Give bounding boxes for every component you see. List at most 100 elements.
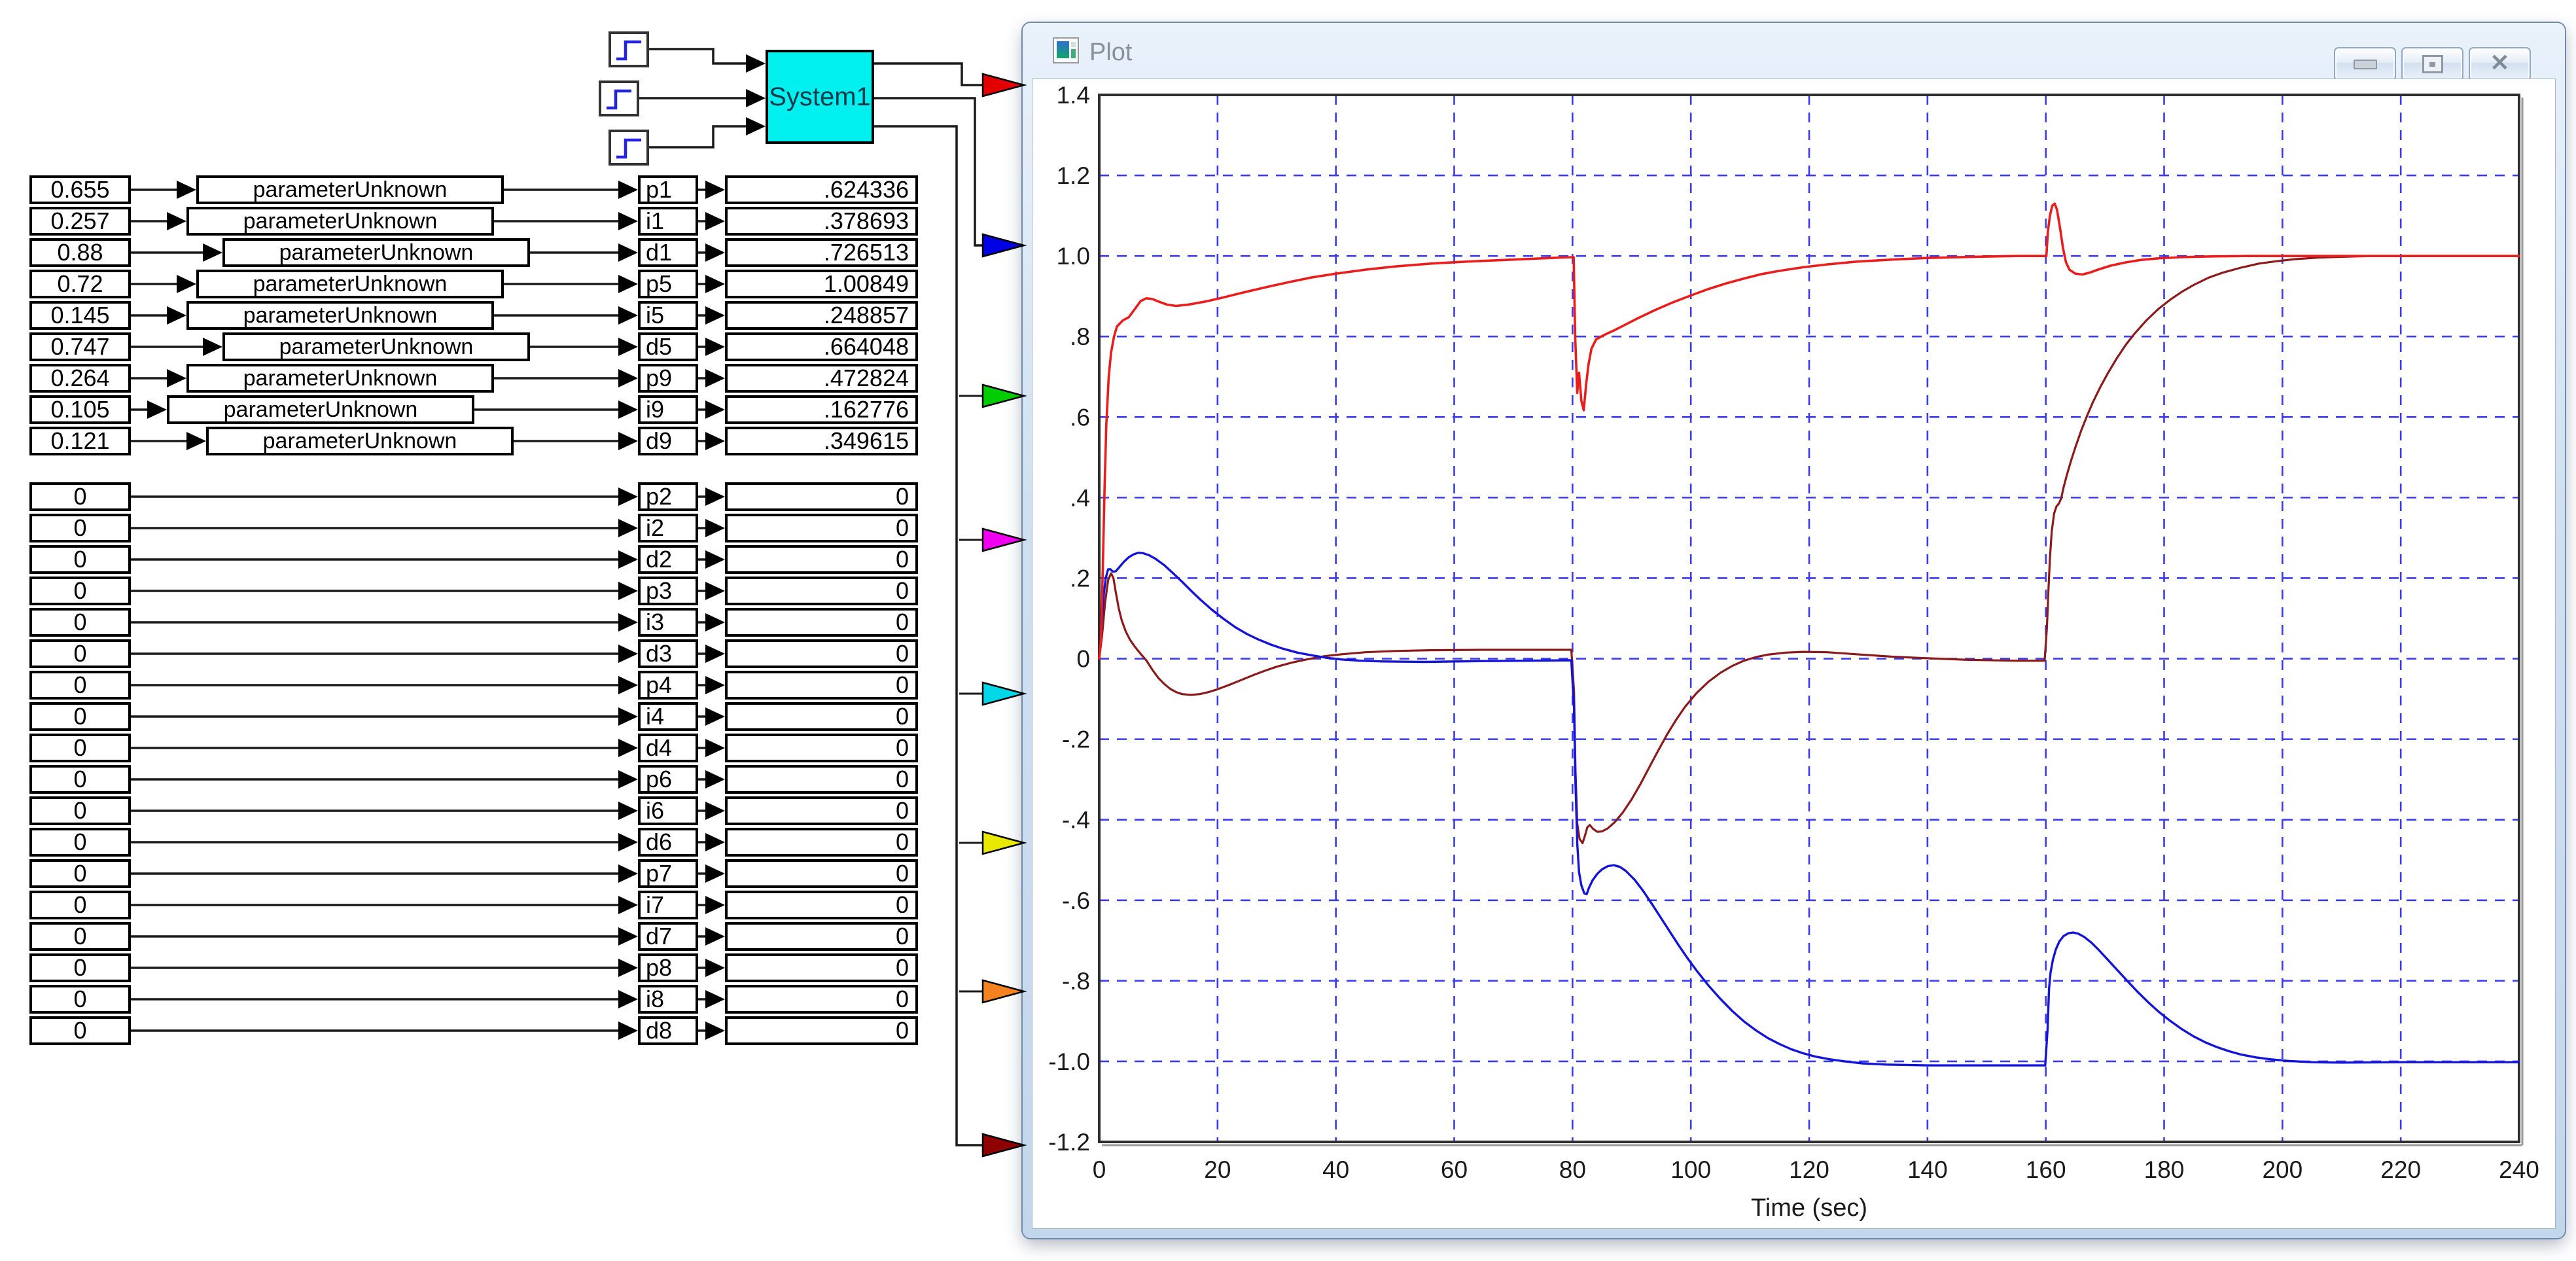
parameter-unknown-block[interactable]: parameterUnknown xyxy=(206,427,514,455)
display-block[interactable]: 0 xyxy=(725,765,918,794)
parameter-unknown-block[interactable]: parameterUnknown xyxy=(186,364,494,393)
display-block[interactable]: 0 xyxy=(725,702,918,731)
display-block[interactable]: 0 xyxy=(725,1016,918,1045)
display-block[interactable]: 0 xyxy=(725,514,918,542)
parameter-name-block[interactable]: i8 xyxy=(638,985,698,1014)
parameter-name-block[interactable]: d8 xyxy=(638,1016,698,1045)
constant-block[interactable]: 0.145 xyxy=(29,301,131,330)
parameter-unknown-block[interactable]: parameterUnknown xyxy=(186,301,494,330)
constant-zero-block[interactable]: 0 xyxy=(29,702,131,731)
display-block[interactable]: .664048 xyxy=(725,332,918,361)
parameter-name-block[interactable]: i9 xyxy=(638,395,698,424)
parameter-unknown-block[interactable]: parameterUnknown xyxy=(186,207,494,236)
parameter-name-block[interactable]: i5 xyxy=(638,301,698,330)
constant-zero-block[interactable]: 0 xyxy=(29,577,131,605)
constant-zero-block[interactable]: 0 xyxy=(29,671,131,700)
constant-zero-block[interactable]: 0 xyxy=(29,734,131,762)
display-block[interactable]: .248857 xyxy=(725,301,918,330)
display-block[interactable]: 0 xyxy=(725,545,918,574)
display-block[interactable]: 0 xyxy=(725,891,918,919)
display-block[interactable]: 1.00849 xyxy=(725,270,918,298)
parameter-unknown-block[interactable]: parameterUnknown xyxy=(222,332,530,361)
parameter-name-block[interactable]: i1 xyxy=(638,207,698,236)
constant-zero-block[interactable]: 0 xyxy=(29,953,131,982)
display-block[interactable]: 0 xyxy=(725,577,918,605)
parameter-name-block[interactable]: d5 xyxy=(638,332,698,361)
constant-block[interactable]: 0.747 xyxy=(29,332,131,361)
parameter-name-block[interactable]: p4 xyxy=(638,671,698,700)
display-block[interactable]: 0 xyxy=(725,859,918,888)
constant-block[interactable]: 0.257 xyxy=(29,207,131,236)
parameter-unknown-block[interactable]: parameterUnknown xyxy=(196,270,504,298)
step-icon xyxy=(611,132,646,163)
display-block[interactable]: 0 xyxy=(725,922,918,951)
constant-zero-block[interactable]: 0 xyxy=(29,922,131,951)
constant-block[interactable]: 0.72 xyxy=(29,270,131,298)
step-source-block[interactable] xyxy=(609,31,649,67)
system1-block[interactable]: System1 xyxy=(766,50,874,144)
display-block[interactable]: .624336 xyxy=(725,175,918,204)
parameter-name-block[interactable]: d3 xyxy=(638,639,698,668)
parameter-unknown-block[interactable]: parameterUnknown xyxy=(167,395,474,424)
parameter-name-block[interactable]: p2 xyxy=(638,482,698,511)
display-block[interactable]: 0 xyxy=(725,828,918,857)
display-block[interactable]: .472824 xyxy=(725,364,918,393)
parameter-name-block[interactable]: p7 xyxy=(638,859,698,888)
constant-zero-block[interactable]: 0 xyxy=(29,482,131,511)
display-block[interactable]: 0 xyxy=(725,985,918,1014)
parameter-name-block[interactable]: p5 xyxy=(638,270,698,298)
constant-zero-block[interactable]: 0 xyxy=(29,514,131,542)
parameter-name-block[interactable]: i2 xyxy=(638,514,698,542)
constant-zero-block[interactable]: 0 xyxy=(29,985,131,1014)
parameter-name-block[interactable]: p3 xyxy=(638,577,698,605)
parameter-name-block[interactable]: d1 xyxy=(638,238,698,267)
step-source-block[interactable] xyxy=(609,130,649,166)
parameter-name-block[interactable]: i6 xyxy=(638,796,698,825)
parameter-name-block[interactable]: i3 xyxy=(638,608,698,637)
display-block[interactable]: .162776 xyxy=(725,395,918,424)
block-diagram: 0.655 parameterUnknown p1 .624336 0.257 param… xyxy=(0,0,2576,1261)
step-glyph xyxy=(607,91,631,108)
constant-zero-block[interactable]: 0 xyxy=(29,765,131,794)
constant-zero-block[interactable]: 0 xyxy=(29,608,131,637)
step-glyph xyxy=(616,42,641,59)
parameter-name-block[interactable]: d4 xyxy=(638,734,698,762)
constant-block[interactable]: 0.121 xyxy=(29,427,131,455)
display-block[interactable]: .378693 xyxy=(725,207,918,236)
parameter-name-block[interactable]: d9 xyxy=(638,427,698,455)
parameter-name-block[interactable]: d6 xyxy=(638,828,698,857)
constant-block[interactable]: 0.105 xyxy=(29,395,131,424)
display-block[interactable]: 0 xyxy=(725,671,918,700)
step-source-block[interactable] xyxy=(599,80,639,116)
constant-zero-block[interactable]: 0 xyxy=(29,828,131,857)
parameter-name-block[interactable]: p6 xyxy=(638,765,698,794)
constant-zero-block[interactable]: 0 xyxy=(29,891,131,919)
parameter-name-block[interactable]: p8 xyxy=(638,953,698,982)
parameter-name-block[interactable]: d7 xyxy=(638,922,698,951)
display-block[interactable]: 0 xyxy=(725,608,918,637)
constant-zero-block[interactable]: 0 xyxy=(29,859,131,888)
parameter-unknown-block[interactable]: parameterUnknown xyxy=(196,175,504,204)
display-block[interactable]: 0 xyxy=(725,639,918,668)
constant-zero-block[interactable]: 0 xyxy=(29,1016,131,1045)
parameter-name-block[interactable]: p9 xyxy=(638,364,698,393)
constant-zero-block[interactable]: 0 xyxy=(29,545,131,574)
display-block[interactable]: 0 xyxy=(725,734,918,762)
display-block[interactable]: 0 xyxy=(725,953,918,982)
constant-zero-block[interactable]: 0 xyxy=(29,639,131,668)
display-block[interactable]: 0 xyxy=(725,482,918,511)
constant-block[interactable]: 0.655 xyxy=(29,175,131,204)
parameter-name-block[interactable]: i4 xyxy=(638,702,698,731)
constant-block[interactable]: 0.264 xyxy=(29,364,131,393)
parameter-name-block[interactable]: i7 xyxy=(638,891,698,919)
step-icon xyxy=(611,34,646,65)
canvas: Plot ✕ 1.41.21.0.8.6.4.20-.2-.4-.6-.8-1.… xyxy=(0,0,2576,1261)
display-block[interactable]: 0 xyxy=(725,796,918,825)
constant-block[interactable]: 0.88 xyxy=(29,238,131,267)
parameter-unknown-block[interactable]: parameterUnknown xyxy=(222,238,530,267)
parameter-name-block[interactable]: p1 xyxy=(638,175,698,204)
parameter-name-block[interactable]: d2 xyxy=(638,545,698,574)
display-block[interactable]: .349615 xyxy=(725,427,918,455)
display-block[interactable]: .726513 xyxy=(725,238,918,267)
constant-zero-block[interactable]: 0 xyxy=(29,796,131,825)
